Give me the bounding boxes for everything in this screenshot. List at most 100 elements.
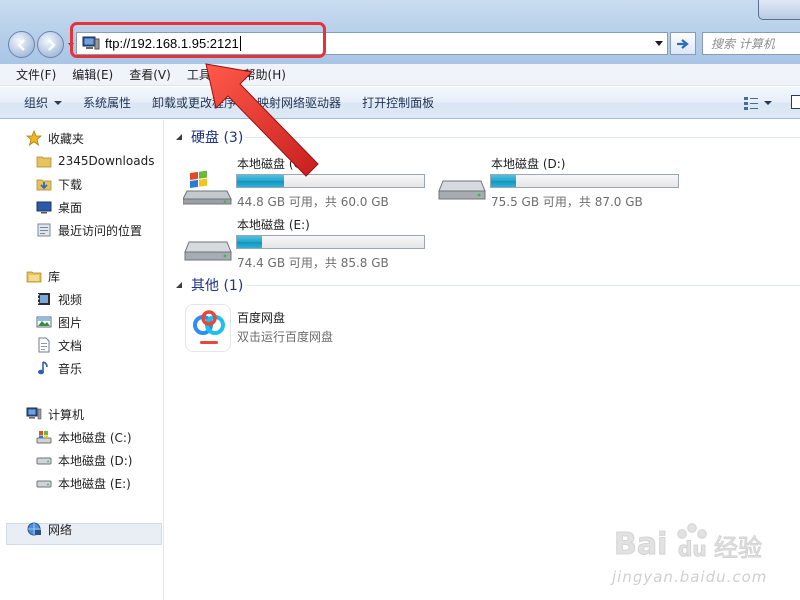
nav-item-documents[interactable]: 文档 (36, 334, 82, 356)
nav-network-label: 网络 (48, 522, 73, 537)
drive-e[interactable]: 本地磁盘 (E:) 74.4 GB 可用，共 85.8 GB (183, 216, 433, 272)
nav-network[interactable]: 网络 (26, 518, 72, 540)
forward-arrow-icon (47, 38, 56, 51)
watermark-url: jingyan.baidu.com (612, 568, 768, 586)
collapse-triangle-icon (176, 282, 182, 288)
usage-bar-fill (237, 175, 285, 187)
menu-help[interactable]: 帮助(H) (236, 65, 294, 85)
window-close-button[interactable] (758, 0, 800, 20)
drive-c[interactable]: 本地磁盘 (C:) 44.8 GB 可用，共 60.0 GB (183, 155, 433, 211)
go-arrow-icon (677, 38, 689, 49)
go-button[interactable] (670, 32, 696, 55)
nav-computer[interactable]: 计算机 (26, 403, 84, 425)
nav-item-label: 图片 (58, 315, 83, 330)
nav-item-label: 文档 (58, 338, 83, 353)
nav-item-drive-e[interactable]: 本地磁盘 (E:) (36, 472, 131, 494)
computer-icon (26, 406, 42, 422)
group-other-header[interactable]: 其他 (1) (175, 275, 243, 295)
nav-item-label: 本地磁盘 (C:) (58, 430, 132, 445)
group-title: 硬盘 (3) (191, 130, 244, 146)
address-dropdown-icon[interactable] (655, 41, 663, 47)
nav-item-2345downloads[interactable]: 2345Downloads (36, 150, 154, 172)
drive-name: 本地磁盘 (C:) (237, 157, 311, 171)
drive-size: 74.4 GB 可用，共 85.8 GB (237, 256, 389, 270)
nav-item-drive-c[interactable]: 本地磁盘 (C:) (36, 426, 132, 448)
group-hard-disks-header[interactable]: 硬盘 (3) (175, 127, 243, 147)
recent-places-icon (36, 222, 52, 238)
nav-libraries[interactable]: 库 (26, 265, 60, 287)
usage-bar-fill (491, 175, 516, 187)
nav-favorites-label: 收藏夹 (48, 131, 85, 146)
address-input[interactable]: ftp://192.168.1.95:2121 (105, 36, 241, 51)
hard-drive-icon (36, 452, 52, 468)
forward-button[interactable] (37, 31, 64, 58)
nav-item-music[interactable]: 音乐 (36, 357, 82, 379)
computer-icon (82, 36, 100, 52)
nav-item-pictures[interactable]: 图片 (36, 311, 82, 333)
group-divider (245, 285, 800, 286)
nav-item-label: 音乐 (58, 361, 83, 376)
system-drive-icon (36, 429, 52, 445)
system-properties-button[interactable]: 系统属性 (75, 94, 139, 111)
change-view-icon[interactable] (744, 96, 758, 110)
document-icon (36, 337, 52, 353)
nav-item-label: 最近访问的位置 (58, 223, 143, 238)
menu-edit[interactable]: 编辑(E) (64, 65, 121, 85)
back-button[interactable] (8, 31, 35, 58)
baidu-netdisk-icon (185, 304, 231, 352)
menu-file[interactable]: 文件(F) (8, 65, 64, 85)
picture-icon (36, 314, 52, 330)
menu-bar: 文件(F) 编辑(E) 查看(V) 工具(T) 帮助(H) (0, 64, 800, 86)
window-titlebar: ftp://192.168.1.95:2121 搜索 计算机 (0, 0, 800, 64)
nav-computer-label: 计算机 (48, 407, 85, 422)
search-placeholder: 搜索 计算机 (711, 37, 775, 51)
group-title: 其他 (1) (191, 278, 244, 294)
nav-libraries-label: 库 (48, 269, 61, 284)
baidu-netdisk-item[interactable]: 百度网盘 双击运行百度网盘 (185, 304, 445, 354)
navigation-buttons (6, 31, 74, 59)
drive-name: 本地磁盘 (E:) (237, 218, 310, 232)
nav-favorites[interactable]: 收藏夹 (26, 127, 84, 149)
app-description: 双击运行百度网盘 (237, 330, 334, 344)
hard-drive-icon (438, 180, 486, 200)
music-note-icon (36, 360, 52, 376)
nav-item-label: 桌面 (58, 200, 83, 215)
nav-item-desktop[interactable]: 桌面 (36, 196, 82, 218)
uninstall-program-button[interactable]: 卸载或更改程序 (144, 94, 244, 111)
drive-d[interactable]: 本地磁盘 (D:) 75.5 GB 可用，共 87.0 GB (437, 155, 687, 211)
drive-size: 75.5 GB 可用，共 87.0 GB (491, 195, 643, 209)
nav-item-label: 2345Downloads (58, 154, 155, 168)
nav-item-recent-places[interactable]: 最近访问的位置 (36, 219, 142, 241)
downloads-folder-icon (36, 176, 52, 192)
nav-item-label: 本地磁盘 (E:) (58, 476, 131, 491)
recent-pages-chevron-icon[interactable] (68, 42, 74, 48)
star-icon (26, 130, 42, 146)
back-arrow-icon (16, 38, 25, 51)
navigation-pane: 收藏夹 2345Downloads 下载 桌面 最近访问的位置 库 视频 图片 … (0, 120, 164, 600)
usage-bar (236, 235, 425, 249)
video-icon (36, 291, 52, 307)
nav-item-drive-d[interactable]: 本地磁盘 (D:) (36, 449, 132, 471)
usage-bar (490, 174, 679, 188)
menu-view[interactable]: 查看(V) (121, 65, 179, 85)
collapse-triangle-icon (176, 134, 182, 140)
open-control-panel-button[interactable]: 打开控制面板 (354, 94, 442, 111)
nav-item-downloads[interactable]: 下载 (36, 173, 82, 195)
map-network-drive-button[interactable]: 映射网络驱动器 (249, 94, 349, 111)
preview-pane-icon[interactable] (791, 95, 800, 109)
nav-item-videos[interactable]: 视频 (36, 288, 82, 310)
command-bar: 组织 系统属性 卸载或更改程序 映射网络驱动器 打开控制面板 (0, 87, 800, 119)
hard-drive-icon (184, 241, 232, 261)
nav-item-label: 视频 (58, 292, 83, 307)
search-input[interactable]: 搜索 计算机 (702, 32, 800, 55)
view-options-chevron-icon[interactable] (764, 101, 772, 105)
content-pane: 硬盘 (3) 本地磁盘 (C:) 44.8 GB 可用，共 60.0 GB 本地… (165, 120, 800, 600)
drive-name: 本地磁盘 (D:) (491, 157, 566, 171)
drive-size: 44.8 GB 可用，共 60.0 GB (237, 195, 389, 209)
organize-button[interactable]: 组织 (16, 94, 70, 111)
desktop-icon (36, 199, 52, 215)
menu-tools[interactable]: 工具(T) (179, 65, 236, 85)
address-bar[interactable]: ftp://192.168.1.95:2121 (76, 32, 668, 55)
organize-label: 组织 (24, 96, 49, 110)
network-icon (26, 521, 42, 537)
